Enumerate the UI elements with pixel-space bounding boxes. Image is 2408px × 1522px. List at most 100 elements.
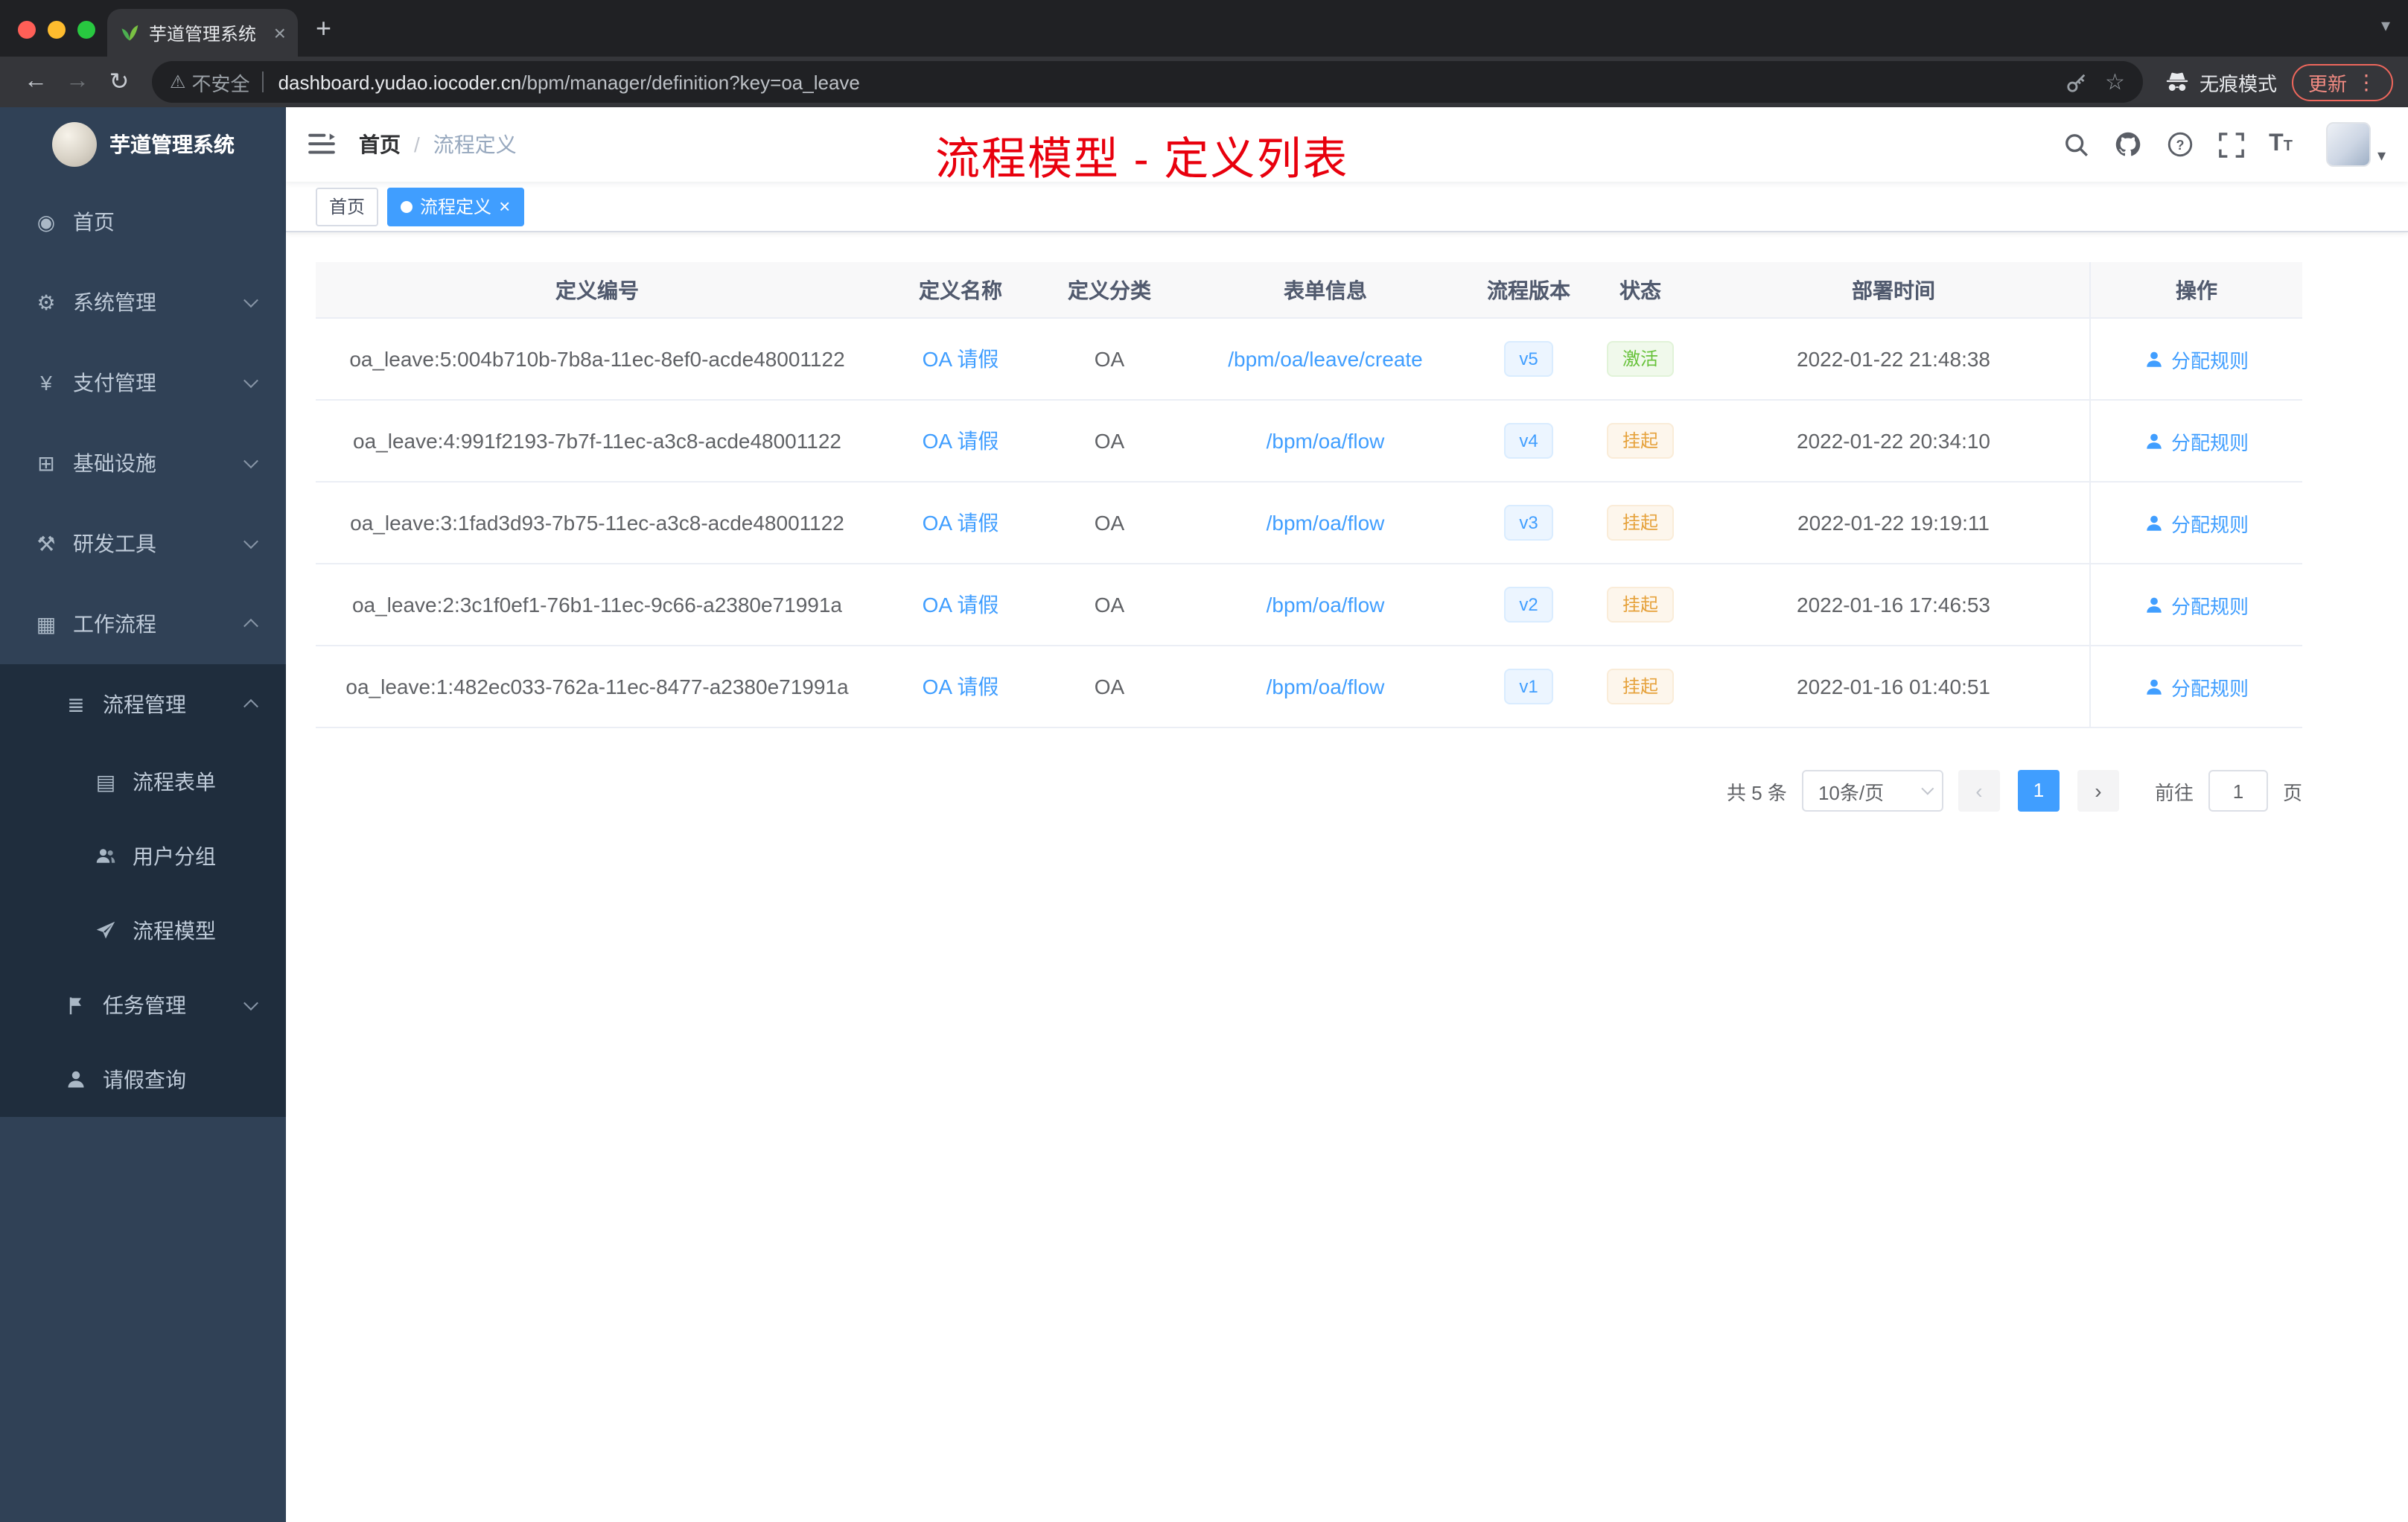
main-area: 流程模型 - 定义列表 首页 / 流程定义 ? TT ▾ 首页 流程定义 × 定…: [286, 107, 2408, 1522]
sidebar-item-user-group[interactable]: 用户分组: [0, 819, 286, 894]
browser-menu-icon[interactable]: ⋮: [2356, 69, 2377, 95]
browser-tab-strip: 芋道管理系统 × + ▾: [0, 0, 2408, 57]
form-link[interactable]: /bpm/oa/flow: [1267, 593, 1385, 617]
cell-deploy-time: 2022-01-22 19:19:11: [1797, 511, 1990, 535]
sidebar-item-infrastructure[interactable]: ⊞ 基础设施: [0, 423, 286, 503]
browser-tab[interactable]: 芋道管理系统 ×: [107, 9, 298, 57]
security-warning-icon[interactable]: ⚠: [170, 71, 186, 92]
cell-deploy-time: 2022-01-22 21:48:38: [1797, 347, 1990, 371]
version-tag: v5: [1504, 341, 1553, 377]
breadcrumb-current: 流程定义: [433, 133, 517, 156]
sidebar-item-leave-query[interactable]: 请假查询: [0, 1042, 286, 1117]
sidebar-item-payment-mgmt[interactable]: ¥ 支付管理: [0, 343, 286, 423]
sidebar-item-process-mgmt[interactable]: ≣ 流程管理: [0, 664, 286, 745]
breadcrumb: 首页 / 流程定义: [359, 130, 517, 159]
assign-rule-button[interactable]: 分配规则: [2144, 345, 2249, 373]
table-row: oa_leave:1:482ec033-762a-11ec-8477-a2380…: [316, 646, 2302, 728]
form-link[interactable]: /bpm/oa/flow: [1267, 675, 1385, 698]
version-tag: v4: [1504, 423, 1553, 459]
chevron-down-icon: [243, 996, 258, 1011]
goto-label: 前往: [2154, 781, 2194, 803]
sidebar: 芋道管理系统 ◉ 首页 ⚙ 系统管理 ¥ 支付管理 ⊞ 基础设施 ⚒ 研发工具 …: [0, 107, 286, 1522]
form-link[interactable]: /bpm/oa/leave/create: [1228, 347, 1423, 371]
status-badge: 挂起: [1607, 587, 1673, 623]
assign-rule-button[interactable]: 分配规则: [2144, 590, 2249, 619]
cell-definition-id: oa_leave:1:482ec033-762a-11ec-8477-a2380…: [345, 675, 849, 698]
cell-category: OA: [1094, 593, 1125, 617]
password-key-icon[interactable]: [2065, 71, 2087, 93]
sidebar-item-dev-tools[interactable]: ⚒ 研发工具: [0, 503, 286, 584]
sidebar-item-task-mgmt[interactable]: 任务管理: [0, 968, 286, 1042]
assign-rule-button[interactable]: 分配规则: [2144, 427, 2249, 455]
definition-name-link[interactable]: OA 请假: [923, 347, 999, 371]
tab-search-chevron-icon[interactable]: ▾: [2381, 15, 2390, 36]
definition-name-link[interactable]: OA 请假: [923, 593, 999, 617]
tag-home[interactable]: 首页: [316, 187, 379, 226]
font-size-icon[interactable]: TT: [2269, 131, 2293, 158]
definition-name-link[interactable]: OA 请假: [923, 675, 999, 698]
sidebar-item-process-form[interactable]: ▤ 流程表单: [0, 745, 286, 819]
chevron-down-icon: [243, 453, 258, 469]
chevron-up-icon: [243, 618, 258, 634]
forward-button[interactable]: →: [57, 69, 98, 95]
omnibox-divider: [261, 71, 264, 92]
definition-name-link[interactable]: OA 请假: [923, 429, 999, 453]
page-number-active[interactable]: 1: [2017, 770, 2060, 812]
col-header-id: 定义编号: [555, 278, 639, 302]
flag-icon: [60, 993, 92, 1017]
url-host: dashboard.yudao.iocoder.cn: [278, 71, 522, 93]
incognito-icon: [2166, 72, 2188, 91]
cell-definition-id: oa_leave:4:991f2193-7b7f-11ec-a3c8-acde4…: [353, 429, 841, 453]
table-row: oa_leave:3:1fad3d93-7b75-11ec-a3c8-acde4…: [316, 483, 2302, 564]
version-tag: v1: [1504, 669, 1553, 704]
breadcrumb-home[interactable]: 首页: [359, 130, 401, 159]
page-size-select[interactable]: 10条/页: [1801, 770, 1943, 812]
tab-title: 芋道管理系统: [149, 23, 257, 44]
browser-toolbar: ← → ↻ ⚠ 不安全 dashboard.yudao.iocoder.cn /…: [0, 57, 2408, 107]
github-icon[interactable]: [2114, 131, 2141, 158]
svg-text:?: ?: [2176, 138, 2184, 153]
tag-process-definition[interactable]: 流程定义 ×: [387, 187, 524, 226]
annotation-title: 流程模型 - 定义列表: [935, 136, 1349, 185]
screen: 芋道管理系统 × + ▾ ← → ↻ ⚠ 不安全 dashboard.yudao…: [0, 0, 2408, 1522]
new-tab-button[interactable]: +: [316, 12, 331, 45]
sidebar-item-system-mgmt[interactable]: ⚙ 系统管理: [0, 262, 286, 343]
table-row: oa_leave:4:991f2193-7b7f-11ec-a3c8-acde4…: [316, 401, 2302, 483]
bookmark-star-icon[interactable]: ☆: [2105, 69, 2125, 95]
user-menu[interactable]: ▾: [2326, 122, 2386, 167]
definition-name-link[interactable]: OA 请假: [923, 511, 999, 535]
page-unit-label: 页: [2282, 781, 2302, 803]
definition-table: 定义编号 定义名称 定义分类 表单信息 流程版本 状态 部署时间 操作 oa_l…: [316, 262, 2302, 728]
next-page-button[interactable]: ›: [2077, 770, 2119, 812]
help-icon[interactable]: ?: [2166, 131, 2193, 158]
status-badge: 挂起: [1607, 423, 1673, 459]
address-bar[interactable]: ⚠ 不安全 dashboard.yudao.iocoder.cn /bpm/ma…: [152, 61, 2143, 103]
goto-page-input[interactable]: [2208, 770, 2268, 812]
window-minimize-button[interactable]: [48, 21, 66, 39]
reload-button[interactable]: ↻: [98, 67, 140, 97]
tag-close-icon[interactable]: ×: [499, 197, 510, 216]
form-link[interactable]: /bpm/oa/flow: [1267, 511, 1385, 535]
search-icon[interactable]: [2063, 132, 2089, 157]
cell-category: OA: [1094, 675, 1125, 698]
sidebar-item-workflow[interactable]: ▦ 工作流程: [0, 584, 286, 664]
window-zoom-button[interactable]: [77, 21, 95, 39]
assign-rule-button[interactable]: 分配规则: [2144, 672, 2249, 701]
back-button[interactable]: ←: [15, 69, 57, 95]
update-button[interactable]: 更新 ⋮: [2291, 63, 2393, 101]
sidebar-collapse-icon[interactable]: [308, 133, 335, 156]
page-content: 定义编号 定义名称 定义分类 表单信息 流程版本 状态 部署时间 操作 oa_l…: [286, 232, 2408, 841]
window-close-button[interactable]: [18, 21, 36, 39]
app-logo[interactable]: 芋道管理系统: [0, 107, 286, 182]
version-tag: v3: [1504, 505, 1553, 541]
col-header-status: 状态: [1619, 278, 1661, 302]
tab-close-icon[interactable]: ×: [274, 21, 286, 45]
sidebar-item-process-model[interactable]: 流程模型: [0, 894, 286, 968]
workflow-submenu: ≣ 流程管理 ▤ 流程表单 用户分组 流程模型 任务管理 请假查询: [0, 664, 286, 1117]
prev-page-button[interactable]: ‹: [1958, 770, 2000, 812]
active-tag-dot: [401, 200, 413, 212]
form-link[interactable]: /bpm/oa/flow: [1267, 429, 1385, 453]
fullscreen-icon[interactable]: [2218, 132, 2243, 157]
sidebar-item-home[interactable]: ◉ 首页: [0, 182, 286, 262]
assign-rule-button[interactable]: 分配规则: [2144, 509, 2249, 537]
